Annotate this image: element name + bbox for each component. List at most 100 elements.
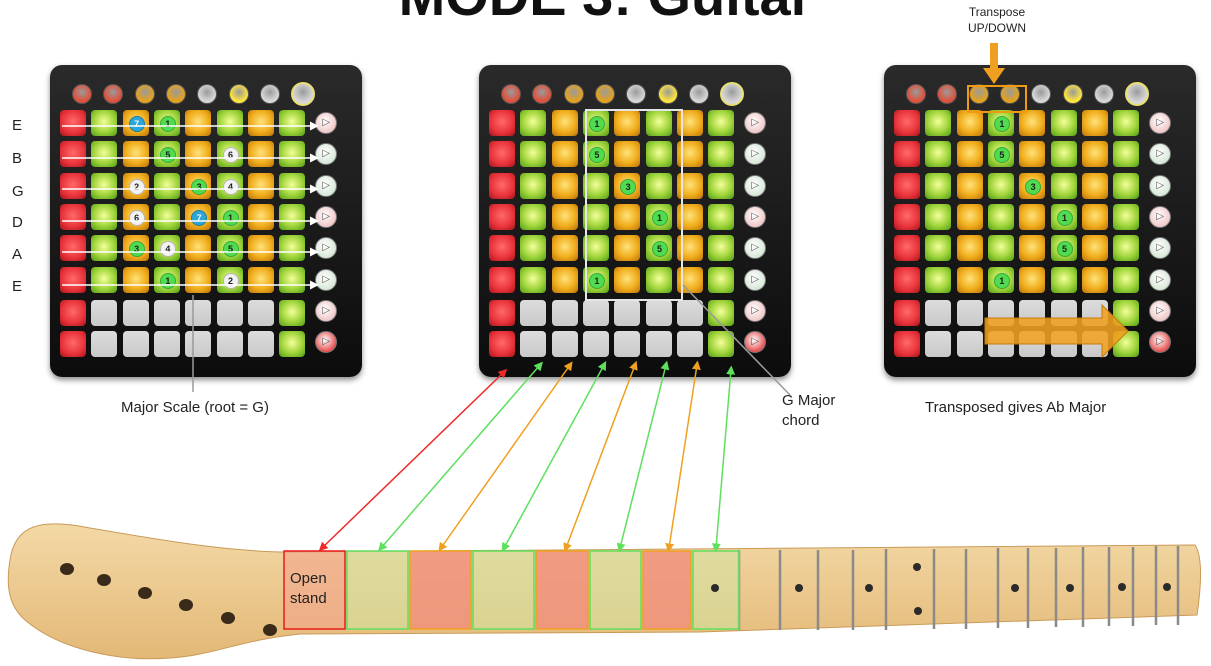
pad[interactable] xyxy=(185,266,212,293)
pad[interactable] xyxy=(489,235,515,262)
top-button-up-arrow[interactable] xyxy=(501,84,521,104)
pad[interactable] xyxy=(987,299,1014,326)
pad[interactable] xyxy=(894,172,920,199)
pad[interactable] xyxy=(520,235,547,262)
pad[interactable] xyxy=(489,203,515,230)
top-button-right-arrow[interactable] xyxy=(594,84,615,104)
pad[interactable] xyxy=(247,172,274,199)
pad[interactable] xyxy=(551,203,578,230)
pad[interactable] xyxy=(520,172,547,199)
top-button-mixer[interactable] xyxy=(720,82,745,106)
pad[interactable] xyxy=(551,110,578,136)
scene-launch-button[interactable]: ▷ xyxy=(744,174,767,197)
top-button-user-1[interactable] xyxy=(1062,84,1083,104)
pad[interactable] xyxy=(185,235,212,262)
pad[interactable] xyxy=(247,203,274,230)
pad[interactable] xyxy=(1081,266,1108,293)
pad[interactable] xyxy=(614,110,641,136)
pad[interactable] xyxy=(551,299,578,326)
pad[interactable] xyxy=(925,266,952,293)
pad[interactable] xyxy=(247,235,274,262)
top-button-down-arrow[interactable] xyxy=(103,84,124,104)
pad[interactable] xyxy=(520,266,547,293)
pad[interactable] xyxy=(91,172,118,199)
pad[interactable] xyxy=(60,172,86,199)
pad[interactable] xyxy=(925,299,952,326)
pad[interactable] xyxy=(185,331,212,358)
top-button-left-arrow[interactable] xyxy=(563,84,584,104)
pad[interactable] xyxy=(1050,172,1077,199)
pad[interactable] xyxy=(614,141,641,168)
pad[interactable] xyxy=(520,141,547,168)
pad[interactable] xyxy=(551,141,578,168)
pad[interactable] xyxy=(925,110,952,136)
pad[interactable] xyxy=(1113,331,1140,358)
pad[interactable] xyxy=(645,141,672,168)
pad[interactable] xyxy=(894,299,920,326)
pad[interactable] xyxy=(247,110,274,136)
pad[interactable] xyxy=(956,110,983,136)
pad[interactable] xyxy=(894,235,920,262)
scene-launch-button[interactable]: ▷ xyxy=(315,205,338,228)
pad[interactable] xyxy=(489,299,515,326)
pad[interactable] xyxy=(520,110,547,136)
pad[interactable] xyxy=(122,299,149,326)
pad[interactable] xyxy=(676,203,703,230)
scene-launch-button[interactable]: ▷ xyxy=(744,143,767,166)
scene-launch-button[interactable]: ▷ xyxy=(1149,112,1172,134)
pad[interactable] xyxy=(956,141,983,168)
pad[interactable] xyxy=(1113,235,1140,262)
pad[interactable] xyxy=(153,331,180,358)
pad[interactable] xyxy=(1050,331,1077,358)
pad[interactable] xyxy=(925,203,952,230)
scene-launch-button[interactable]: ▷ xyxy=(1149,174,1172,197)
pad[interactable] xyxy=(987,172,1014,199)
pad[interactable] xyxy=(956,172,983,199)
pad[interactable] xyxy=(987,235,1014,262)
pad[interactable] xyxy=(582,203,609,230)
pad[interactable] xyxy=(1113,110,1140,136)
scene-launch-button[interactable]: ▷ xyxy=(744,112,767,134)
pad[interactable] xyxy=(956,299,983,326)
pad[interactable] xyxy=(987,331,1014,358)
pad[interactable] xyxy=(1050,141,1077,168)
top-button-up-arrow[interactable] xyxy=(906,84,926,104)
top-button-left-arrow[interactable] xyxy=(968,84,989,104)
pad[interactable] xyxy=(676,141,703,168)
pad[interactable] xyxy=(956,331,983,358)
top-button-down-arrow[interactable] xyxy=(937,84,958,104)
pad[interactable] xyxy=(894,203,920,230)
pad[interactable] xyxy=(1019,141,1046,168)
scene-launch-button[interactable]: ▷ xyxy=(1149,331,1172,354)
pad[interactable] xyxy=(216,110,243,136)
pad[interactable] xyxy=(614,235,641,262)
pad[interactable] xyxy=(614,203,641,230)
pad[interactable] xyxy=(676,266,703,293)
pad[interactable] xyxy=(279,235,306,262)
top-button-mixer[interactable] xyxy=(291,82,316,106)
pad[interactable] xyxy=(122,331,149,358)
scene-launch-button[interactable]: ▷ xyxy=(1149,205,1172,228)
scene-launch-button[interactable]: ▷ xyxy=(744,237,767,260)
top-button-up-arrow[interactable] xyxy=(72,84,92,104)
pad[interactable] xyxy=(676,110,703,136)
top-button-session[interactable] xyxy=(626,84,647,104)
pad[interactable] xyxy=(489,110,515,136)
pad[interactable] xyxy=(708,235,735,262)
top-button-left-arrow[interactable] xyxy=(134,84,155,104)
pad[interactable] xyxy=(279,172,306,199)
pad[interactable] xyxy=(645,331,672,358)
scene-launch-button[interactable]: ▷ xyxy=(315,268,338,291)
pad[interactable] xyxy=(91,299,118,326)
pad[interactable] xyxy=(1081,141,1108,168)
pad[interactable] xyxy=(708,266,735,293)
pad[interactable] xyxy=(551,172,578,199)
pad[interactable] xyxy=(279,331,306,358)
pad[interactable] xyxy=(645,110,672,136)
pad[interactable] xyxy=(60,331,86,358)
pad[interactable] xyxy=(925,235,952,262)
pad[interactable] xyxy=(489,266,515,293)
scene-launch-button[interactable]: ▷ xyxy=(315,112,338,134)
pad[interactable] xyxy=(1019,203,1046,230)
pad[interactable] xyxy=(1113,266,1140,293)
